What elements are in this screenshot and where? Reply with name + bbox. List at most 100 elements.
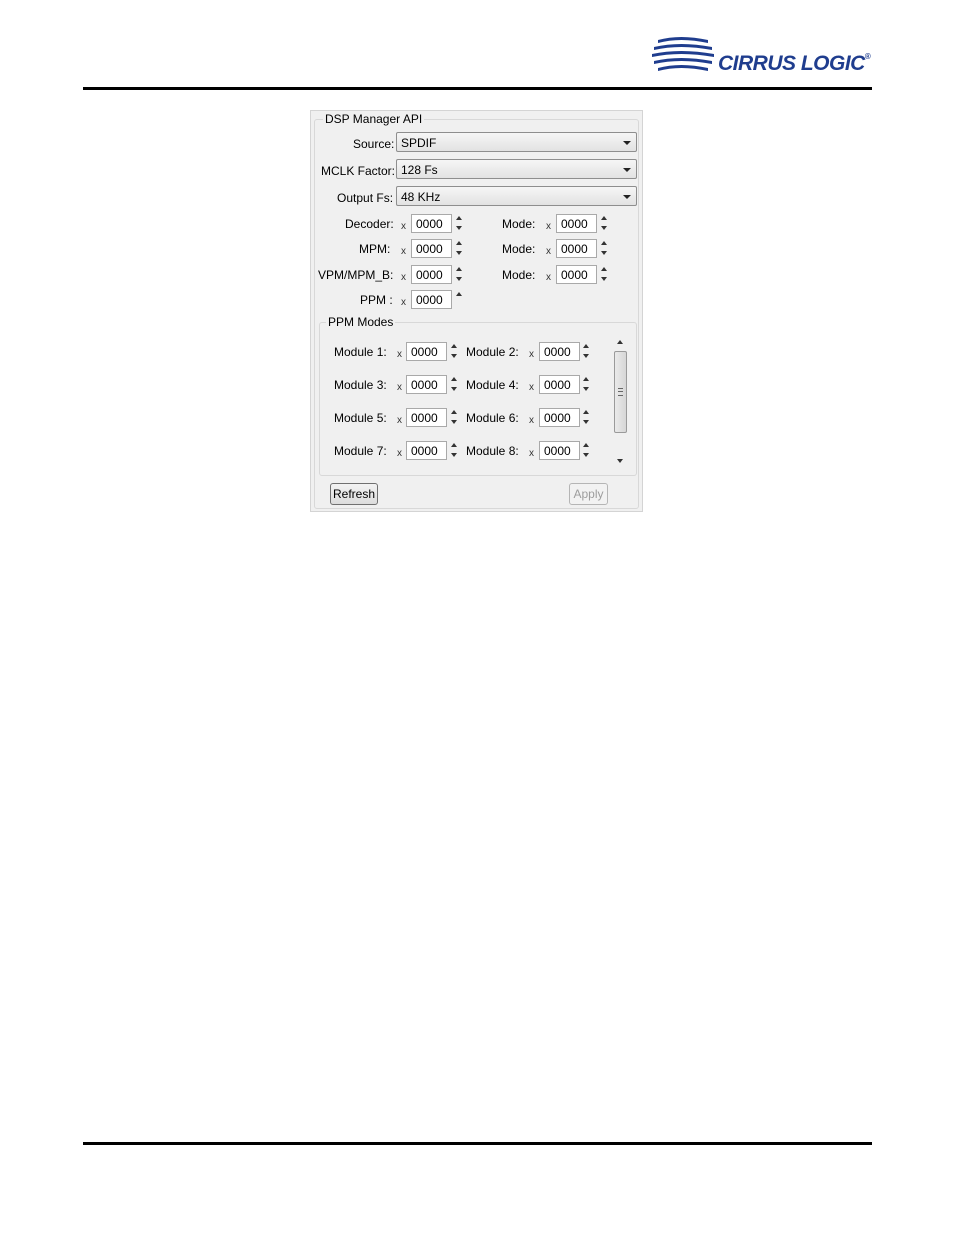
arrow-up-icon [601,267,607,271]
arrow-up-icon [583,377,589,381]
module-8-label: Module 8: [466,444,519,458]
source-value: SPDIF [401,136,437,150]
vpm-mode-field[interactable]: 0000 [556,265,597,284]
hex-prefix: x [529,415,534,426]
hex-prefix: x [401,221,406,232]
arrow-down-icon [456,277,462,281]
ppm-label: PPM : [360,293,393,307]
arrow-up-icon [583,344,589,348]
arrow-up-icon [451,377,457,381]
source-label: Source: [353,137,395,151]
refresh-button[interactable]: Refresh [330,483,378,505]
module-6-spinner[interactable] [581,408,591,427]
ppm-field[interactable]: 0000 [411,290,452,309]
decoder-spinner[interactable] [454,214,464,233]
arrow-up-icon [456,292,462,296]
module-1-field[interactable]: 0000 [406,342,447,361]
vpm-field[interactable]: 0000 [411,265,452,284]
arrow-down-icon [601,226,607,230]
arrow-down-icon [456,251,462,255]
arrow-down-icon [601,277,607,281]
chevron-down-icon [623,168,631,172]
module-5-spinner[interactable] [449,408,459,427]
chevron-down-icon [623,141,631,145]
module-8-field[interactable]: 0000 [539,441,580,460]
decoder-label: Decoder: [345,217,394,231]
hex-prefix: x [546,246,551,257]
hex-prefix: x [529,448,534,459]
arrow-up-icon [583,443,589,447]
grip-icon [618,388,623,396]
mpm-label: MPM: [359,242,391,256]
hex-prefix: x [546,272,551,283]
module-7-spinner[interactable] [449,441,459,460]
arrow-down-icon [451,354,457,358]
module-1-label: Module 1: [334,345,387,359]
arrow-up-icon [456,241,462,245]
module-2-field[interactable]: 0000 [539,342,580,361]
hex-prefix: x [397,382,402,393]
mpm-mode-field[interactable]: 0000 [556,239,597,258]
mpm-field[interactable]: 0000 [411,239,452,258]
module-4-field[interactable]: 0000 [539,375,580,394]
mpm-mode-spinner[interactable] [599,239,609,258]
scrollbar-thumb[interactable] [614,351,627,433]
vpm-mode-spinner[interactable] [599,265,609,284]
arrow-up-icon [451,410,457,414]
hex-prefix: x [546,221,551,232]
mclk-factor-select[interactable]: 128 Fs [396,159,637,179]
module-5-field[interactable]: 0000 [406,408,447,427]
decoder-mode-field[interactable]: 0000 [556,214,597,233]
header-rule [83,87,872,90]
decoder-field[interactable]: 0000 [411,214,452,233]
arrow-up-icon [601,241,607,245]
module-2-spinner[interactable] [581,342,591,361]
scroll-up-icon[interactable] [617,340,623,344]
hex-prefix: x [401,297,406,308]
module-4-spinner[interactable] [581,375,591,394]
group-title: DSP Manager API [323,112,425,126]
arrow-down-icon [583,354,589,358]
output-fs-select[interactable]: 48 KHz [396,186,637,206]
module-1-spinner[interactable] [449,342,459,361]
output-fs-label: Output Fs: [337,191,394,205]
hex-prefix: x [529,382,534,393]
ppm-modes-title: PPM Modes [326,315,396,329]
hex-prefix: x [401,246,406,257]
arrow-up-icon [456,216,462,220]
vpm-label: VPM/MPM_B: [318,268,394,282]
arrow-down-icon [583,387,589,391]
hex-prefix: x [401,272,406,283]
module-7-field[interactable]: 0000 [406,441,447,460]
module-3-field[interactable]: 0000 [406,375,447,394]
arrow-down-icon [451,453,457,457]
ppm-spinner[interactable] [454,290,464,309]
decoder-mode-spinner[interactable] [599,214,609,233]
mpm-mode-label: Mode: [502,242,536,256]
mclk-factor-value: 128 Fs [401,163,438,177]
hex-prefix: x [397,349,402,360]
arrow-down-icon [451,420,457,424]
dsp-manager-panel: DSP Manager API Source: SPDIF MCLK Facto… [310,110,643,512]
module-6-label: Module 6: [466,411,519,425]
hex-prefix: x [529,349,534,360]
module-6-field[interactable]: 0000 [539,408,580,427]
arrow-down-icon [456,226,462,230]
module-3-spinner[interactable] [449,375,459,394]
module-7-label: Module 7: [334,444,387,458]
module-3-label: Module 3: [334,378,387,392]
chevron-down-icon [623,195,631,199]
ppm-modes-scrollbar[interactable] [612,333,630,469]
hex-prefix: x [397,448,402,459]
apply-button[interactable]: Apply [569,483,608,505]
hex-prefix: x [397,415,402,426]
module-5-label: Module 5: [334,411,387,425]
output-fs-value: 48 KHz [401,190,441,204]
module-8-spinner[interactable] [581,441,591,460]
source-select[interactable]: SPDIF [396,132,637,152]
brand-wordmark: CIRRUS LOGIC® [718,52,871,75]
scroll-down-icon[interactable] [617,459,623,463]
vpm-spinner[interactable] [454,265,464,284]
arrow-up-icon [451,443,457,447]
mpm-spinner[interactable] [454,239,464,258]
